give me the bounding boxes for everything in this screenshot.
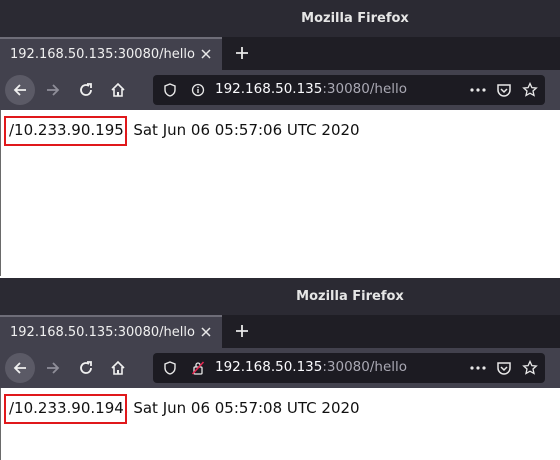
url-path: :30080/hello: [322, 81, 408, 97]
navigation-toolbar: 192.168.50.135:30080/hello: [0, 348, 560, 388]
info-icon[interactable]: [190, 82, 206, 98]
url-bar[interactable]: 192.168.50.135:30080/hello: [153, 353, 545, 383]
navigation-toolbar: 192.168.50.135:30080/hello: [0, 70, 560, 110]
plus-icon[interactable]: [230, 319, 254, 343]
firefox-window-1: Mozilla Firefox 192.168.50.135:30080/hel…: [0, 0, 560, 276]
reload-icon[interactable]: [71, 353, 101, 383]
close-icon[interactable]: [198, 324, 214, 340]
title-bar: Mozilla Firefox: [0, 278, 560, 315]
url-text: 192.168.50.135:30080/hello: [215, 359, 407, 375]
home-icon[interactable]: [103, 353, 133, 383]
browser-tab[interactable]: 192.168.50.135:30080/hello: [0, 315, 222, 348]
ip-highlight-box: [4, 394, 127, 424]
more-icon[interactable]: [469, 359, 487, 377]
more-icon[interactable]: [469, 81, 487, 99]
page-content: /10.233.90.194, Sat Jun 06 05:57:08 UTC …: [0, 388, 560, 460]
firefox-window-2: Mozilla Firefox 192.168.50.135:30080/hel…: [0, 278, 560, 460]
url-host: 192.168.50.135: [215, 359, 323, 375]
shield-icon[interactable]: [162, 360, 178, 376]
bookmark-star-icon[interactable]: [521, 81, 539, 99]
tab-title: 192.168.50.135:30080/hello: [10, 47, 195, 62]
pocket-icon[interactable]: [495, 81, 513, 99]
tab-title: 192.168.50.135:30080/hello: [10, 325, 195, 340]
plus-icon[interactable]: [230, 41, 254, 65]
url-host: 192.168.50.135: [215, 81, 323, 97]
forward-arrow-icon[interactable]: [38, 75, 68, 105]
tab-strip: 192.168.50.135:30080/hello: [0, 37, 560, 70]
insecure-lock-icon[interactable]: [190, 360, 206, 376]
reload-icon[interactable]: [71, 75, 101, 105]
window-title: Mozilla Firefox: [301, 11, 409, 26]
close-icon[interactable]: [198, 46, 214, 62]
shield-icon[interactable]: [162, 82, 178, 98]
url-bar[interactable]: 192.168.50.135:30080/hello: [153, 75, 545, 105]
timestamp: Sat Jun 06 05:57:08 UTC 2020: [128, 399, 360, 417]
back-arrow-icon[interactable]: [5, 75, 35, 105]
timestamp: Sat Jun 06 05:57:06 UTC 2020: [128, 121, 360, 139]
url-text: 192.168.50.135:30080/hello: [215, 81, 407, 97]
page-content: /10.233.90.195, Sat Jun 06 05:57:06 UTC …: [0, 110, 560, 276]
url-path: :30080/hello: [322, 359, 408, 375]
window-title: Mozilla Firefox: [296, 289, 404, 304]
bookmark-star-icon[interactable]: [521, 359, 539, 377]
forward-arrow-icon[interactable]: [38, 353, 68, 383]
tab-strip: 192.168.50.135:30080/hello: [0, 315, 560, 348]
home-icon[interactable]: [103, 75, 133, 105]
title-bar: Mozilla Firefox: [0, 0, 560, 37]
back-arrow-icon[interactable]: [5, 353, 35, 383]
ip-highlight-box: [4, 116, 127, 146]
pocket-icon[interactable]: [495, 359, 513, 377]
browser-tab[interactable]: 192.168.50.135:30080/hello: [0, 37, 222, 70]
